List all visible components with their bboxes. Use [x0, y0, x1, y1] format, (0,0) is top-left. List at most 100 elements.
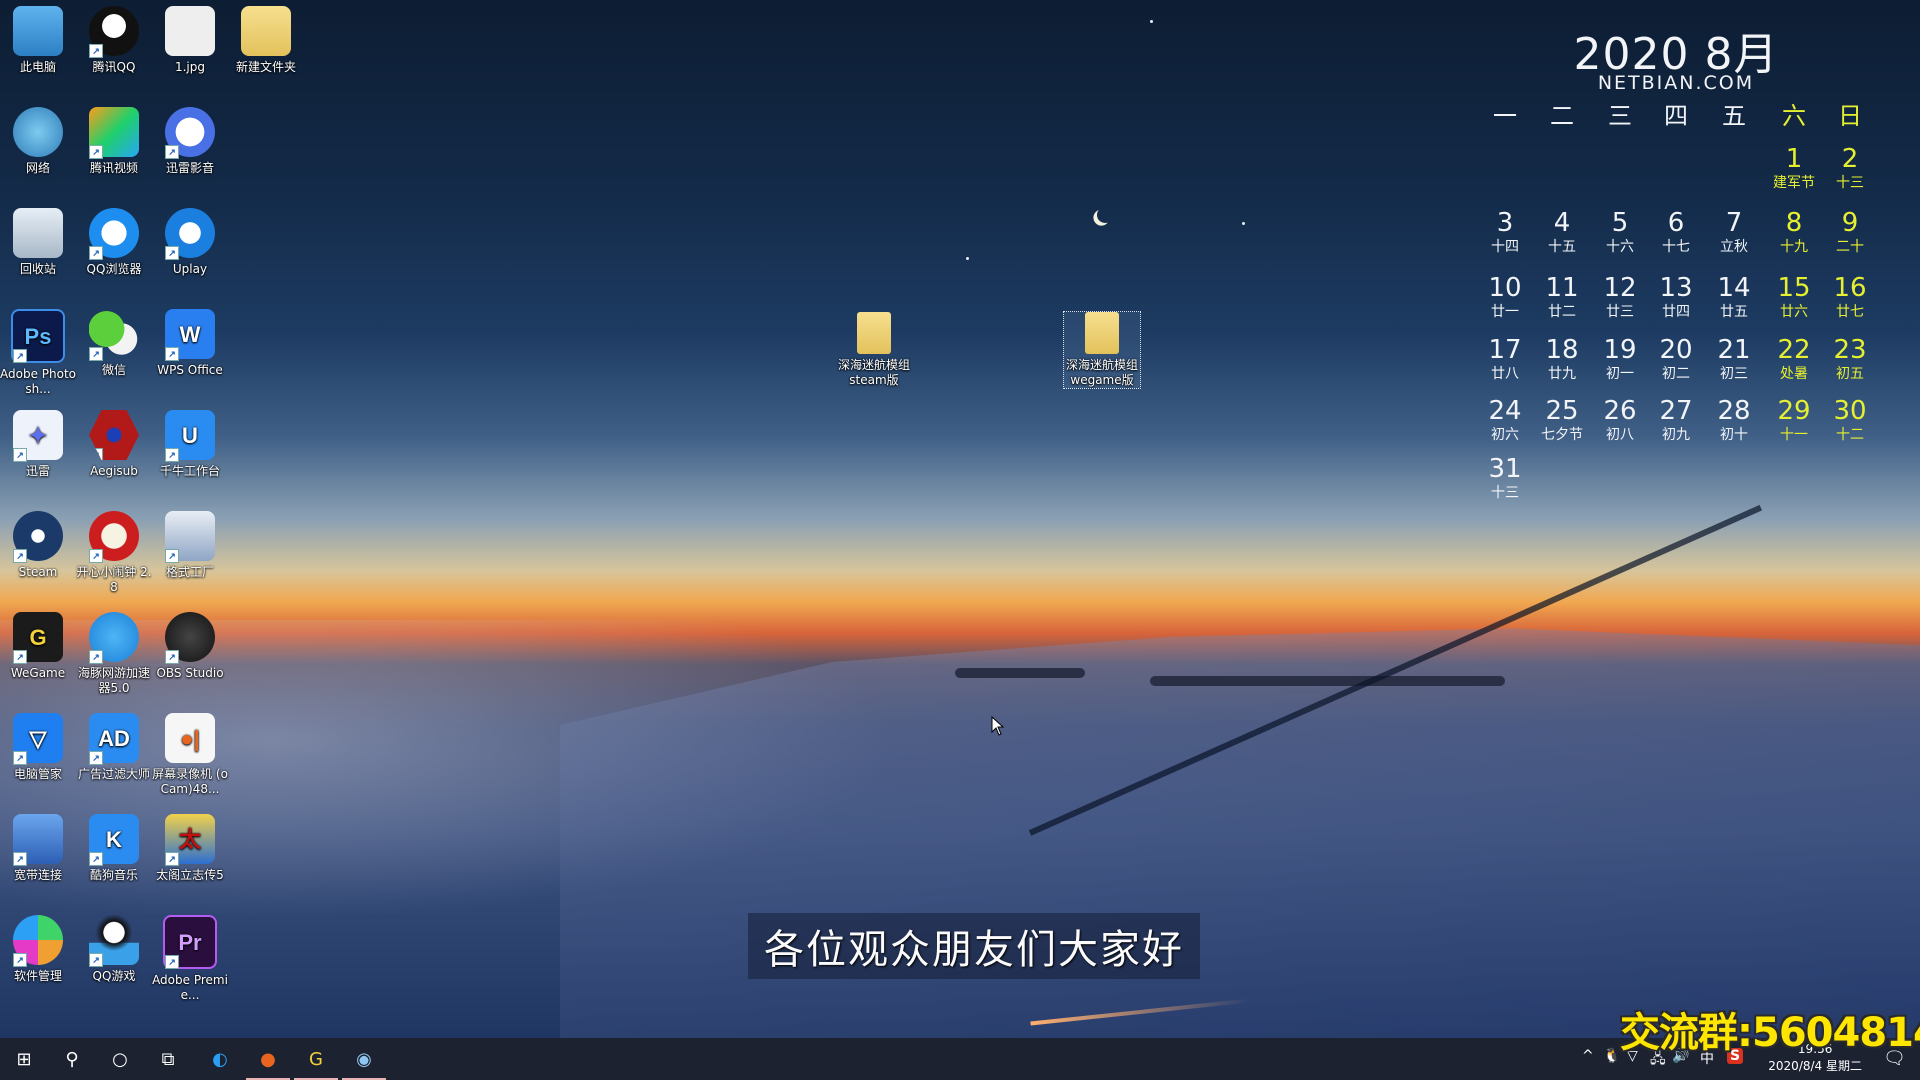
desktop-icon-xunlei[interactable]: ✦ ↗ 迅雷: [0, 410, 76, 479]
desktop-icon-wps[interactable]: W ↗ WPS Office: [152, 309, 228, 378]
shortcut-arrow-icon: ↗: [13, 650, 27, 664]
task-view-button[interactable]: ⧉: [144, 1038, 192, 1080]
qq-browser-icon: ◐: [212, 1048, 228, 1070]
desktop-icon-tencent-video[interactable]: ↗ 腾讯视频: [76, 107, 152, 176]
desktop-icon-uplay[interactable]: ↗ Uplay: [152, 208, 228, 277]
calendar-lunar-label: 十三: [1836, 175, 1864, 191]
desktop-icon-qq-penguin[interactable]: ↗ 腾讯QQ: [76, 6, 152, 75]
calendar-day: 9 二十: [1822, 208, 1878, 256]
cortana-button[interactable]: ○: [96, 1038, 144, 1080]
calendar-lunar-label: 廿一: [1491, 304, 1519, 320]
desktop-icon-broadband[interactable]: ↗ 宽带连接: [0, 814, 76, 883]
calendar-lunar-label: 廿六: [1780, 304, 1808, 320]
desktop-icon-photoshop[interactable]: Ps ↗ Adobe Photosh...: [0, 309, 76, 397]
qq-browser-icon: ↗: [89, 208, 139, 260]
calendar-day: 27 初九: [1648, 396, 1704, 444]
shortcut-arrow-icon: ↗: [89, 448, 103, 460]
folder-label: 深海迷航模组 wegame版: [1065, 358, 1138, 387]
calendar-lunar-label: 廿三: [1606, 304, 1634, 320]
search-button[interactable]: ⚲: [48, 1038, 96, 1080]
image-thumbnail-icon: [165, 6, 215, 56]
ocam-icon: ●|: [165, 713, 215, 763]
desktop-icon-qq-browser[interactable]: ↗ QQ浏览器: [76, 208, 152, 277]
desktop-icon-label: 腾讯QQ: [92, 60, 136, 74]
wegame-taskbar[interactable]: G: [292, 1038, 340, 1080]
calendar-day-number: 25: [1545, 396, 1579, 426]
desktop-icon-pc-manager[interactable]: ▽ ↗ 电脑管家: [0, 713, 76, 782]
desktop-icon-qq-game[interactable]: ↗ QQ游戏: [76, 915, 152, 984]
desktop-icon-alarm-clock[interactable]: ↗ 开心小闹钟 2.8: [76, 511, 152, 595]
desktop-icon-obs[interactable]: ↗ OBS Studio: [152, 612, 228, 681]
calendar-weekday: 一: [1493, 102, 1517, 130]
calendar-day: 18 廿九: [1534, 335, 1590, 383]
calendar-day: 24 初六: [1477, 396, 1533, 444]
desktop-icon-label: 迅雷影音: [165, 161, 214, 175]
calendar-day-number: 14: [1717, 273, 1751, 303]
calendar-lunar-label: 建军节: [1773, 175, 1815, 191]
format-factory-icon: ↗: [165, 511, 215, 563]
ocam-taskbar[interactable]: ●: [244, 1038, 292, 1080]
calendar-day-number: 8: [1785, 208, 1803, 238]
calendar-lunar-label: 廿七: [1836, 304, 1864, 320]
desktop-folder[interactable]: 深海迷航模组 steam版: [836, 312, 912, 388]
qq-tray-icon[interactable]: 🐧: [1603, 1048, 1620, 1064]
shortcut-arrow-icon: ↗: [165, 549, 179, 563]
dolphin-accelerator-icon: ↗: [89, 612, 139, 664]
task-view-icon: ⧉: [161, 1048, 175, 1070]
calendar-day-number: 29: [1777, 396, 1811, 426]
desktop-icon-folder[interactable]: 新建文件夹: [228, 6, 304, 75]
desktop-icon-ocam[interactable]: ●| 屏幕录像机 (oCam)48...: [152, 713, 228, 797]
qq-penguin-icon: ↗: [89, 6, 139, 58]
desktop-icon-taiko-game[interactable]: 太 ↗ 太阁立志传5: [152, 814, 228, 883]
steam-taskbar[interactable]: ◉: [340, 1038, 388, 1080]
calendar-day-number: 5: [1611, 208, 1629, 238]
computer-icon: [13, 6, 63, 56]
shortcut-arrow-icon: ↗: [13, 852, 27, 866]
desktop-icon-label: WeGame: [10, 666, 66, 680]
wallpaper-trees: [955, 668, 1085, 678]
desktop-folder[interactable]: 深海迷航模组 wegame版: [1063, 311, 1141, 389]
desktop-icon-label: 广告过滤大师: [77, 767, 150, 781]
calendar-day-number: 1: [1785, 144, 1803, 174]
desktop-icon-wechat[interactable]: ↗ 微信: [76, 309, 152, 378]
calendar-day: 1 建军节: [1766, 144, 1822, 192]
desktop-icon-xunlei-player[interactable]: ↗ 迅雷影音: [152, 107, 228, 176]
desktop-icon-dolphin-accelerator[interactable]: ↗ 海豚网游加速器5.0: [76, 612, 152, 696]
desktop-icon-premiere[interactable]: Pr ↗ Adobe Premie...: [152, 915, 228, 1003]
calendar-day: 22 处暑: [1766, 335, 1822, 383]
shortcut-arrow-icon: ↗: [165, 852, 179, 866]
start-button[interactable]: ⊞: [0, 1038, 48, 1080]
desktop-icon-label: 格式工厂: [165, 565, 214, 579]
desktop-icon-image-thumbnail[interactable]: 1.jpg: [152, 6, 228, 75]
desktop-icon-ad-filter[interactable]: AD ↗ 广告过滤大师: [76, 713, 152, 782]
show-hidden-icons[interactable]: ^: [1582, 1048, 1594, 1064]
calendar-weekday: 六: [1782, 102, 1806, 130]
desktop-icon-steam[interactable]: ↗ Steam: [0, 511, 76, 580]
calendar-day-number: 21: [1717, 335, 1751, 365]
calendar-lunar-label: 初九: [1662, 427, 1690, 443]
ocam-icon: ●: [260, 1048, 276, 1070]
moon-icon: [1096, 206, 1115, 225]
calendar-lunar-label: 十一: [1780, 427, 1808, 443]
desktop-icon-network[interactable]: 网络: [0, 107, 76, 176]
calendar-day-number: 9: [1841, 208, 1859, 238]
shortcut-arrow-icon: ↗: [13, 349, 27, 363]
xunlei-player-icon: ↗: [165, 107, 215, 159]
desktop-icon-format-factory[interactable]: ↗ 格式工厂: [152, 511, 228, 580]
calendar-lunar-label: 十七: [1662, 239, 1690, 255]
desktop-icon-software-manager[interactable]: ↗ 软件管理: [0, 915, 76, 984]
desktop-icon-kugou[interactable]: K ↗ 酷狗音乐: [76, 814, 152, 883]
calendar-lunar-label: 廿八: [1491, 366, 1519, 382]
desktop-icon-label: Adobe Photosh...: [0, 367, 77, 396]
ad-filter-icon: AD ↗: [89, 713, 139, 765]
calendar-lunar-label: 二十: [1836, 239, 1864, 255]
desktop-icon-aegisub[interactable]: ↗ Aegisub: [76, 410, 152, 479]
desktop-icon-recycle-bin[interactable]: 回收站: [0, 208, 76, 277]
desktop-icon-wegame[interactable]: G ↗ WeGame: [0, 612, 76, 681]
kugou-icon: K ↗: [89, 814, 139, 866]
calendar-day-number: 2: [1841, 144, 1859, 174]
qq-browser-taskbar[interactable]: ◐: [196, 1038, 244, 1080]
desktop-icon-computer[interactable]: 此电脑: [0, 6, 76, 75]
calendar-widget: 2020 8月 NETBIAN.COM 一二三四五六日 1 建军节 2 十三 3 十四 4 十…: [1470, 0, 1890, 520]
desktop-icon-qianniu[interactable]: U ↗ 千牛工作台: [152, 410, 228, 479]
